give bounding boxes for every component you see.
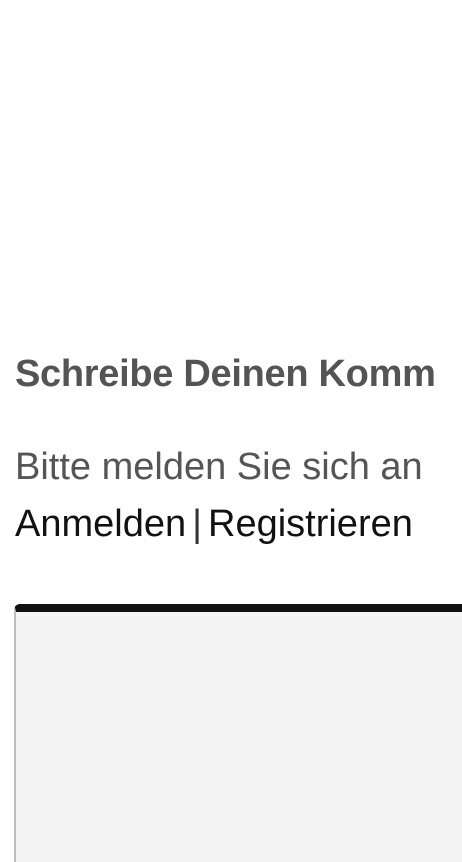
register-link[interactable]: Registrieren (208, 503, 413, 545)
login-link[interactable]: Anmelden (15, 503, 186, 545)
auth-links: Anmelden | Registrieren (15, 503, 413, 546)
blank-content-area (0, 0, 462, 340)
page: Schreibe Deinen Komm Bitte melden Sie si… (0, 0, 462, 862)
comment-section-heading: Schreibe Deinen Komm (15, 353, 436, 395)
login-hint-text: Bitte melden Sie sich an (15, 446, 423, 488)
link-separator: | (192, 503, 202, 545)
comment-editor[interactable] (14, 604, 462, 862)
